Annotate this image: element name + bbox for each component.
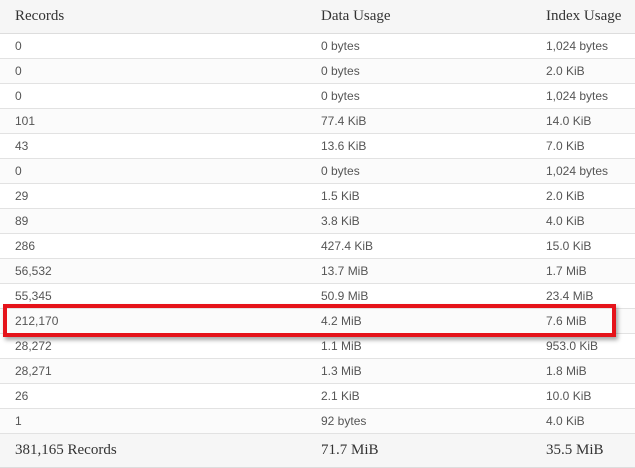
cell-records: 55,345: [0, 283, 306, 309]
cell-records: 0: [0, 33, 306, 59]
totals-row: 381,165 Records 71.7 MiB 35.5 MiB: [0, 433, 635, 468]
table-row[interactable]: 00 bytes 1,024 bytes: [0, 83, 635, 109]
table-row[interactable]: 101 77.4 KiB 14.0 KiB: [0, 108, 635, 134]
cell-index-usage: 1.7 MiB: [531, 258, 635, 284]
cell-index-usage: 1,024 bytes: [531, 33, 635, 59]
cell-records: 286: [0, 233, 306, 259]
cell-data-usage: 1.3 MiB: [306, 358, 531, 384]
cell-data-usage: 0 bytes: [306, 58, 531, 84]
table-usage: Records Data Usage Index Usage 00 bytes 1…: [0, 0, 635, 468]
table-row[interactable]: 56,532 13.7 MiB 1.7 MiB: [0, 258, 635, 284]
cell-index-usage: 1,024 bytes: [531, 158, 635, 184]
table-row[interactable]: 28,272 1.1 MiB 953.0 KiB: [0, 333, 635, 359]
cell-records: 29: [0, 183, 306, 209]
cell-index-usage: 1,024 bytes: [531, 83, 635, 109]
table-row[interactable]: 00 bytes 2.0 KiB: [0, 58, 635, 84]
cell-data-usage: 1.1 MiB: [306, 333, 531, 359]
cell-data-usage: 427.4 KiB: [306, 233, 531, 259]
table-row[interactable]: 29 1.5 KiB 2.0 KiB: [0, 183, 635, 209]
table-row[interactable]: 89 3.8 KiB 4.0 KiB: [0, 208, 635, 234]
table-body: 00 bytes 1,024 bytes 0 0 bytes 2.0 KiB 0 0 byt…: [0, 33, 635, 434]
cell-index-usage: 10.0 KiB: [531, 383, 635, 409]
cell-index-usage: 7.0 KiB: [531, 133, 635, 159]
table-row[interactable]: 286 427.4 KiB 15.0 KiB: [0, 233, 635, 259]
cell-records: 101: [0, 108, 306, 134]
cell-data-usage: 0 bytes: [306, 83, 531, 109]
cell-data-usage: 13.6 KiB: [306, 133, 531, 159]
cell-data-usage: 1.5 KiB: [306, 183, 531, 209]
cell-records: 0: [0, 83, 306, 109]
table-row[interactable]: 28,271 1.3 MiB 1.8 MiB: [0, 358, 635, 384]
cell-records: 0: [0, 58, 306, 84]
cell-data-usage: 0 bytes: [306, 158, 531, 184]
table-row[interactable]: 1 92 bytes 4.0 KiB: [0, 408, 635, 434]
table-row[interactable]: 55,345 50.9 MiB 23.4 MiB: [0, 283, 635, 309]
cell-records: 89: [0, 208, 306, 234]
cell-records: 56,532: [0, 258, 306, 284]
cell-index-usage: 14.0 KiB: [531, 108, 635, 134]
cell-data-usage: 2.1 KiB: [306, 383, 531, 409]
cell-index-usage: 7.6 MiB: [531, 308, 635, 334]
cell-records: 28,272: [0, 333, 306, 359]
cell-data-usage: 4.2 MiB: [306, 308, 531, 334]
table-row[interactable]: 26 2.1 KiB 10.0 KiB: [0, 383, 635, 409]
cell-index-usage: 23.4 MiB: [531, 283, 635, 309]
total-data-usage: 71.7 MiB: [306, 433, 531, 468]
cell-records: 0: [0, 158, 306, 184]
cell-records: 212,170: [0, 308, 306, 334]
cell-index-usage: 15.0 KiB: [531, 233, 635, 259]
cell-data-usage: 3.8 KiB: [306, 208, 531, 234]
cell-data-usage: 0 bytes: [306, 33, 531, 59]
cell-data-usage: 50.9 MiB: [306, 283, 531, 309]
cell-index-usage: 4.0 KiB: [531, 408, 635, 434]
cell-index-usage: 2.0 KiB: [531, 183, 635, 209]
total-index-usage: 35.5 MiB: [531, 433, 635, 468]
table-header: Records Data Usage Index Usage: [0, 0, 635, 34]
cell-records: 26: [0, 383, 306, 409]
table-row[interactable]: 43 13.6 KiB 7.0 KiB: [0, 133, 635, 159]
table-row[interactable]: 00 bytes 1,024 bytes: [0, 158, 635, 184]
cell-data-usage: 77.4 KiB: [306, 108, 531, 134]
table-row[interactable]: 212,170 4.2 MiB 7.6 MiB: [0, 308, 635, 334]
cell-records: 1: [0, 408, 306, 434]
cell-records: 28,271: [0, 358, 306, 384]
cell-data-usage: 92 bytes: [306, 408, 531, 434]
cell-data-usage: 13.7 MiB: [306, 258, 531, 284]
cell-index-usage: 1.8 MiB: [531, 358, 635, 384]
column-header-data-usage[interactable]: Data Usage: [306, 0, 531, 34]
cell-index-usage: 4.0 KiB: [531, 208, 635, 234]
column-header-index-usage[interactable]: Index Usage: [531, 0, 635, 34]
cell-index-usage: 953.0 KiB: [531, 333, 635, 359]
header-row: Records Data Usage Index Usage: [0, 0, 635, 34]
total-records: 381,165 Records: [0, 433, 306, 468]
cell-records: 43: [0, 133, 306, 159]
table-row[interactable]: 00 bytes 1,024 bytes: [0, 33, 635, 59]
column-header-records[interactable]: Records: [0, 0, 306, 34]
table-footer: 381,165 Records 71.7 MiB 35.5 MiB: [0, 433, 635, 468]
cell-index-usage: 2.0 KiB: [531, 58, 635, 84]
